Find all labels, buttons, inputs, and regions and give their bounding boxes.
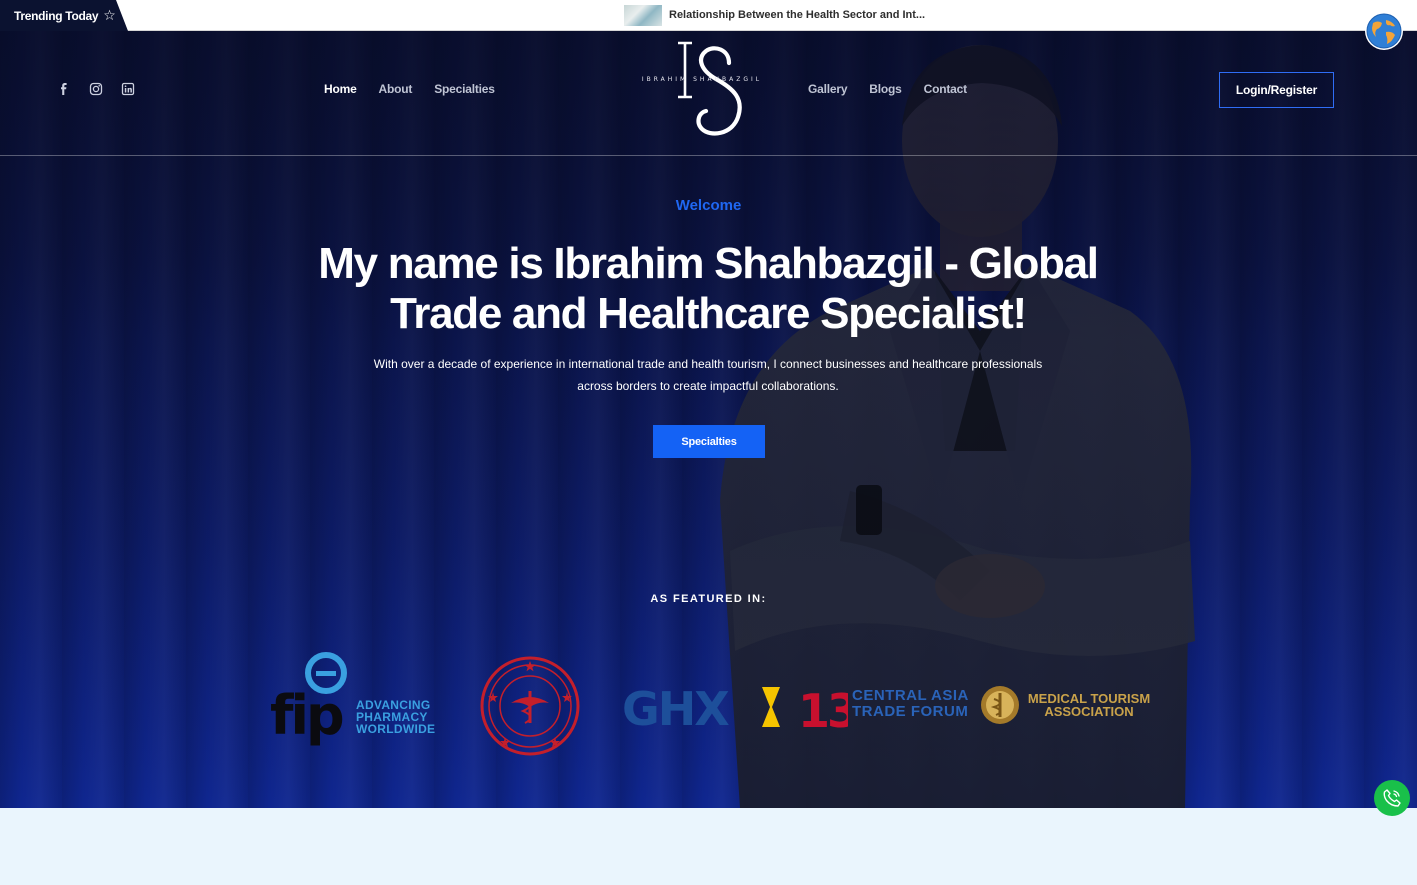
- linkedin-icon[interactable]: [120, 81, 136, 97]
- nav-contact[interactable]: Contact: [924, 82, 967, 96]
- ghx-logo: GHX 13: [622, 685, 848, 729]
- hero-section: Home About Specialties IBRAHIM SHAHBAZGI…: [0, 31, 1417, 808]
- main-nav-right: Gallery Blogs Contact: [808, 82, 967, 96]
- trending-label: Trending Today: [14, 8, 99, 23]
- nav-specialties[interactable]: Specialties: [434, 82, 495, 96]
- next-section: [0, 808, 1417, 885]
- trending-item[interactable]: Relationship Between the Health Sector a…: [624, 4, 925, 26]
- ghx-wordmark: GHX: [622, 685, 729, 729]
- nav-home[interactable]: Home: [324, 82, 357, 96]
- trending-thumbnail[interactable]: [624, 4, 662, 26]
- fip-logo: fip ADVANCING PHARMACY WORLDWIDE: [270, 649, 435, 749]
- nav-about[interactable]: About: [379, 82, 413, 96]
- fip-tagline: ADVANCING PHARMACY WORLDWIDE: [356, 698, 436, 736]
- login-register-button[interactable]: Login/Register: [1219, 72, 1334, 108]
- trending-item-title[interactable]: Relationship Between the Health Sector a…: [669, 9, 925, 21]
- trending-bar: Trending Today ☆ Relationship Between th…: [0, 0, 1417, 31]
- logo-name: IBRAHIM SHAHBAZGIL: [641, 76, 763, 83]
- medical-tourism-association-logo: MEDICAL TOURISM ASSOCIATION: [980, 684, 1160, 726]
- trending-tab: Trending Today ☆: [0, 0, 128, 31]
- nav-gallery[interactable]: Gallery: [808, 82, 847, 96]
- social-links: [56, 81, 136, 97]
- specialties-cta-button[interactable]: Specialties: [653, 425, 765, 458]
- phone-call-icon[interactable]: [1374, 780, 1410, 816]
- logo-monogram: [678, 41, 742, 136]
- site-logo[interactable]: IBRAHIM SHAHBAZGIL: [626, 37, 778, 141]
- header-divider: [0, 155, 1417, 156]
- hero-subtext: With over a decade of experience in inte…: [373, 357, 1043, 393]
- hero-headline: My name is Ibrahim Shahbazgil - Global T…: [318, 239, 1099, 338]
- nav-blogs[interactable]: Blogs: [869, 82, 902, 96]
- facebook-icon[interactable]: [56, 81, 72, 97]
- ministry-of-health-seal-logo: [480, 656, 580, 756]
- main-nav-left: Home About Specialties: [324, 82, 495, 96]
- central-asia-trade-forum-logo: CENTRAL ASIA TRADE FORUM: [852, 687, 969, 720]
- instagram-icon[interactable]: [88, 81, 104, 97]
- star-outline-icon: ☆: [103, 7, 116, 23]
- hero-eyebrow: Welcome: [675, 197, 742, 214]
- globe-icon[interactable]: [1364, 11, 1404, 51]
- fip-wordmark: fip: [270, 684, 343, 747]
- featured-in-label: AS FEATURED IN:: [650, 593, 767, 605]
- ghx-number: 13: [798, 685, 848, 729]
